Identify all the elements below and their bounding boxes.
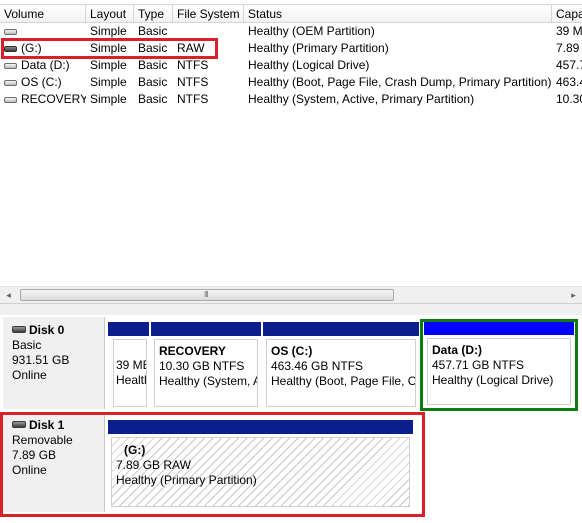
drive-icon xyxy=(4,79,17,86)
column-header-capacity[interactable]: Capa xyxy=(552,5,582,23)
disk-state: Online xyxy=(12,368,47,382)
partition-title: RECOVERY xyxy=(159,344,226,358)
partition-body: Data (D:) 457.71 GB NTFS Healthy (Logica… xyxy=(427,338,571,405)
disk-type: Removable xyxy=(12,433,73,447)
partition-data-d[interactable]: Data (D:) 457.71 GB NTFS Healthy (Logica… xyxy=(424,321,574,408)
fs-cell: NTFS xyxy=(177,75,209,89)
volume-cell: Data (D:) xyxy=(0,57,86,74)
column-header-type[interactable]: Type xyxy=(134,5,173,23)
fs-cell: RAW xyxy=(177,41,205,55)
partition-type-bar xyxy=(263,322,419,336)
removable-drive-icon xyxy=(4,45,17,52)
capacity-cell: 7.89 xyxy=(556,41,580,55)
type-cell: Basic xyxy=(138,58,168,72)
partition-body: RECOVERY 10.30 GB NTFS Healthy (System, … xyxy=(154,339,258,407)
column-header-file-system[interactable]: File System xyxy=(173,5,244,23)
drive-icon xyxy=(4,96,17,103)
disk-type: Basic xyxy=(12,338,42,352)
drive-icon xyxy=(4,28,17,35)
pane-splitter[interactable] xyxy=(0,303,582,315)
volume-cell: RECOVERY xyxy=(0,91,86,108)
logical-partition-bar xyxy=(424,321,574,335)
type-cell: Basic xyxy=(138,92,168,106)
partition-oem[interactable]: 39 MB Health xyxy=(108,322,149,410)
partition-status: Healthy (Logical Drive) xyxy=(432,373,554,387)
disk-size: 931.51 GB xyxy=(12,353,70,367)
column-header-layout[interactable]: Layout xyxy=(86,5,134,23)
capacity-cell: 457.7 xyxy=(556,58,582,72)
fs-cell xyxy=(177,23,244,40)
type-cell: Basic xyxy=(138,24,168,38)
scrollbar-grip: III xyxy=(204,290,209,299)
volume-row[interactable]: Data (D:) Simple Basic NTFS Healthy (Log… xyxy=(0,57,582,74)
volume-row[interactable]: RECOVERY Simple Basic NTFS Healthy (Syst… xyxy=(0,91,582,108)
partition-g[interactable]: (G:) 7.89 GB RAW Healthy (Primary Partit… xyxy=(108,420,413,510)
partition-title: OS (C:) xyxy=(271,344,313,358)
status-cell: Healthy (System, Active, Primary Partiti… xyxy=(248,92,475,106)
partition-type-bar xyxy=(108,420,413,434)
status-cell: Healthy (Boot, Page File, Crash Dump, Pr… xyxy=(248,75,552,89)
volume-list: Volume Layout Type File System Status Ca… xyxy=(0,0,582,303)
partition-status: Healthy (System, A xyxy=(159,374,258,388)
partition-title: Data (D:) xyxy=(432,343,482,357)
column-header-status[interactable]: Status xyxy=(244,5,552,23)
layout-cell: Simple xyxy=(90,41,127,55)
disk-0-label[interactable]: Disk 0 Basic 931.51 GB Online xyxy=(3,317,105,409)
partition-body: OS (C:) 463.46 GB NTFS Healthy (Boot, Pa… xyxy=(266,339,416,407)
capacity-cell: 39 M xyxy=(556,24,582,38)
partition-type-bar xyxy=(151,322,261,336)
volume-cell: (G:) xyxy=(0,40,86,57)
volume-row[interactable]: (G:) Simple Basic RAW Healthy (Primary P… xyxy=(0,40,582,57)
disk-drive-icon xyxy=(12,421,26,428)
type-cell: Basic xyxy=(138,41,168,55)
fs-cell: NTFS xyxy=(177,58,209,72)
disk-state: Online xyxy=(12,463,47,477)
partition-status: Healthy (Boot, Page File, C xyxy=(271,374,416,388)
partition-size: 457.71 GB NTFS xyxy=(432,358,525,372)
type-cell: Basic xyxy=(138,75,168,89)
scrollbar-thumb[interactable]: III xyxy=(20,289,394,301)
layout-cell: Simple xyxy=(90,58,127,72)
partition-title: (G:) xyxy=(124,443,146,457)
capacity-cell: 10.30 xyxy=(556,92,582,106)
partition-size: 10.30 GB NTFS xyxy=(159,359,245,373)
scroll-left-arrow-icon[interactable]: ◂ xyxy=(0,287,17,303)
capacity-cell: 463.4 xyxy=(556,75,582,89)
fs-cell: NTFS xyxy=(177,92,209,106)
layout-cell: Simple xyxy=(90,75,127,89)
scroll-right-arrow-icon[interactable]: ▸ xyxy=(565,287,582,303)
partition-os-c[interactable]: OS (C:) 463.46 GB NTFS Healthy (Boot, Pa… xyxy=(263,322,419,410)
horizontal-scrollbar[interactable]: ◂ III ▸ xyxy=(0,286,582,303)
drive-icon xyxy=(4,62,17,69)
disk-graphical-view: Disk 0 Basic 931.51 GB Online 39 MB Heal… xyxy=(0,315,582,523)
partition-size: 39 MB xyxy=(116,358,146,372)
column-header-row: Volume Layout Type File System Status Ca… xyxy=(0,4,582,23)
status-cell: Healthy (Logical Drive) xyxy=(248,58,370,72)
status-cell: Healthy (Primary Partition) xyxy=(248,41,389,55)
partition-body: (G:) 7.89 GB RAW Healthy (Primary Partit… xyxy=(111,437,410,507)
status-cell: Healthy (OEM Partition) xyxy=(248,24,375,38)
partition-size: 7.89 GB RAW xyxy=(116,458,191,472)
layout-cell: Simple xyxy=(90,92,127,106)
column-header-volume[interactable]: Volume xyxy=(0,5,86,23)
volume-row[interactable]: OS (C:) Simple Basic NTFS Healthy (Boot,… xyxy=(0,74,582,91)
partition-status: Healthy (Primary Partition) xyxy=(116,473,257,487)
disk-1-label[interactable]: Disk 1 Removable 7.89 GB Online xyxy=(3,412,105,512)
partition-size: 463.46 GB NTFS xyxy=(271,359,364,373)
disk-size: 7.89 GB xyxy=(12,448,57,462)
disk-drive-icon xyxy=(12,326,26,333)
partition-recovery[interactable]: RECOVERY 10.30 GB NTFS Healthy (System, … xyxy=(151,322,261,410)
volume-cell xyxy=(0,23,86,40)
volume-row[interactable]: Simple Basic Healthy (OEM Partition) 39 … xyxy=(0,23,582,40)
volume-cell: OS (C:) xyxy=(0,74,86,91)
layout-cell: Simple xyxy=(90,24,127,38)
disk-name: Disk 0 xyxy=(12,323,104,338)
partition-type-bar xyxy=(108,322,149,336)
disk-name: Disk 1 xyxy=(12,418,104,433)
partition-status: Health xyxy=(116,373,146,387)
partition-body: 39 MB Health xyxy=(113,339,147,407)
